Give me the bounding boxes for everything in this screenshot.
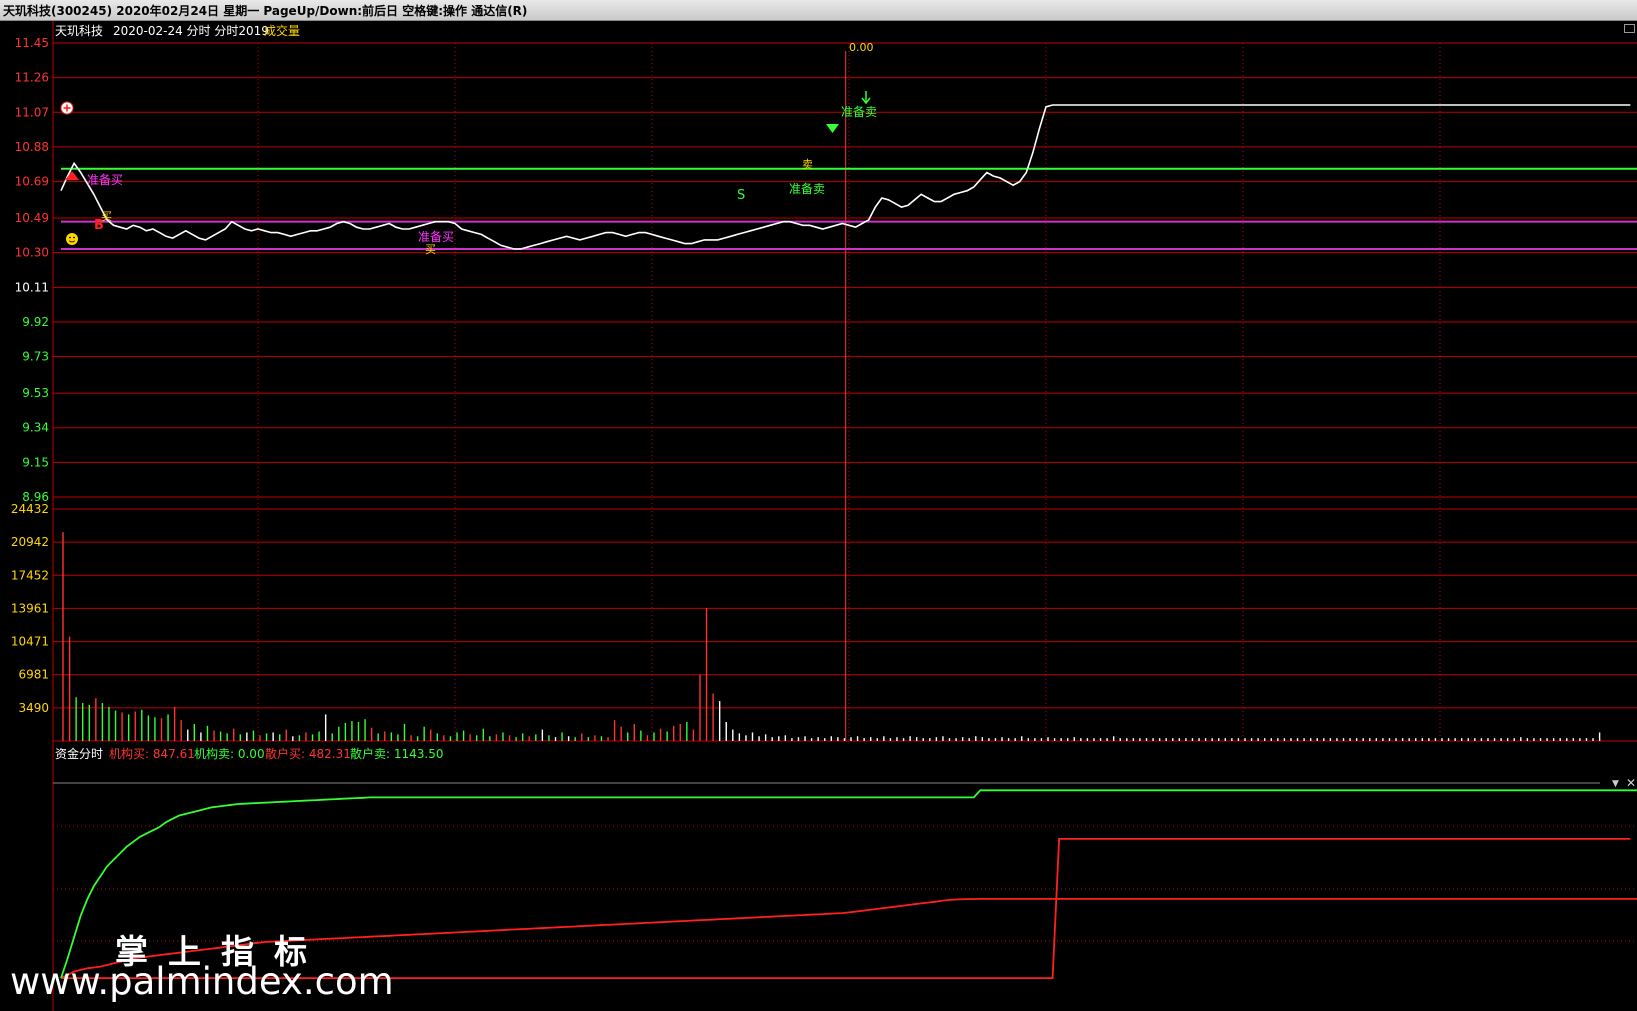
indicator-value-retail-buy: 散户买: 482.31 bbox=[265, 746, 351, 761]
price-tick-label: 10.88 bbox=[15, 140, 49, 154]
price-tick-label: 9.73 bbox=[22, 350, 49, 364]
window-title: 天玑科技(300245) 2020年02月24日 星期一 PageUp/Down… bbox=[3, 4, 528, 18]
plus-circle-icon[interactable] bbox=[60, 101, 74, 115]
smiley-face-icon bbox=[66, 233, 78, 245]
reference-lines bbox=[61, 167, 1637, 251]
sell-triangle-icon bbox=[826, 124, 839, 133]
down-arrow-icon bbox=[861, 91, 871, 105]
cursor-readout: 0.00 bbox=[849, 41, 874, 54]
price-tick-label: 9.34 bbox=[22, 421, 49, 435]
indicator-value-inst-sell: 机构卖: 0.00 bbox=[194, 746, 265, 761]
close-icon[interactable]: ✕ bbox=[1626, 776, 1636, 790]
price-tick-label: 11.45 bbox=[15, 36, 49, 50]
volume-tick-label: 20942 bbox=[11, 535, 49, 549]
price-tick-label: 11.26 bbox=[15, 71, 49, 85]
date-label: 2020-02-24 分时 分时2019 bbox=[113, 24, 269, 38]
price-tick-label: 10.30 bbox=[15, 246, 49, 260]
volume-label: 成交量 bbox=[264, 23, 300, 38]
price-tick-label: 9.92 bbox=[22, 315, 49, 329]
price-tick-label: 11.07 bbox=[15, 105, 49, 119]
stock-name: 天玑科技 bbox=[55, 24, 103, 38]
indicator-value-retail-sell: 散户卖: 1143.50 bbox=[350, 746, 443, 761]
price-tick-label: 9.53 bbox=[22, 386, 49, 400]
annotation-buy: 买 bbox=[101, 210, 112, 223]
volume-tick-label: 3490 bbox=[18, 701, 49, 715]
indicator-name[interactable]: 资金分时 bbox=[55, 746, 103, 761]
indicator-value-inst-buy: 机构买: 847.61 bbox=[109, 746, 195, 761]
volume-tick-label: 17452 bbox=[11, 568, 49, 582]
volume-tick-label: 24432 bbox=[11, 502, 49, 516]
volume-bars bbox=[62, 532, 1601, 741]
volume-tick-label: 10471 bbox=[11, 635, 49, 649]
volume-axis: 24432 20942 17452 13961 10471 6981 3490 bbox=[11, 502, 49, 715]
annotation-sell: 卖 bbox=[802, 158, 813, 171]
annotation-prepare-buy-2: 准备买 bbox=[418, 230, 454, 244]
annotation-prepare-sell-2: 准备卖 bbox=[841, 105, 877, 119]
price-tick-label: 10.69 bbox=[15, 175, 49, 189]
annotation-s: S bbox=[737, 188, 745, 203]
volume-tick-label: 13961 bbox=[11, 601, 49, 615]
intraday-chart[interactable]: 11.45 11.26 11.07 10.88 10.69 10.49 10.30 10.11… bbox=[0, 21, 1637, 1011]
annotation-prepare-sell: 准备卖 bbox=[789, 182, 825, 196]
price-tick-label: 9.15 bbox=[22, 455, 49, 469]
annotation-buy-2: 买 bbox=[425, 243, 436, 256]
dropdown-arrow-icon[interactable]: ▼ bbox=[1612, 779, 1619, 789]
price-tick-label: 10.49 bbox=[15, 211, 49, 225]
price-axis: 11.45 11.26 11.07 10.88 10.69 10.49 10.30 10.11… bbox=[15, 36, 49, 504]
price-tick-label: 10.11 bbox=[15, 280, 49, 294]
window-titlebar: 天玑科技(300245) 2020年02月24日 星期一 PageUp/Down… bbox=[0, 0, 1637, 21]
annotation-prepare-buy: 准备买 bbox=[87, 173, 123, 187]
watermark-url: www.palmindex.com bbox=[10, 960, 394, 1003]
volume-tick-label: 6981 bbox=[18, 668, 49, 682]
